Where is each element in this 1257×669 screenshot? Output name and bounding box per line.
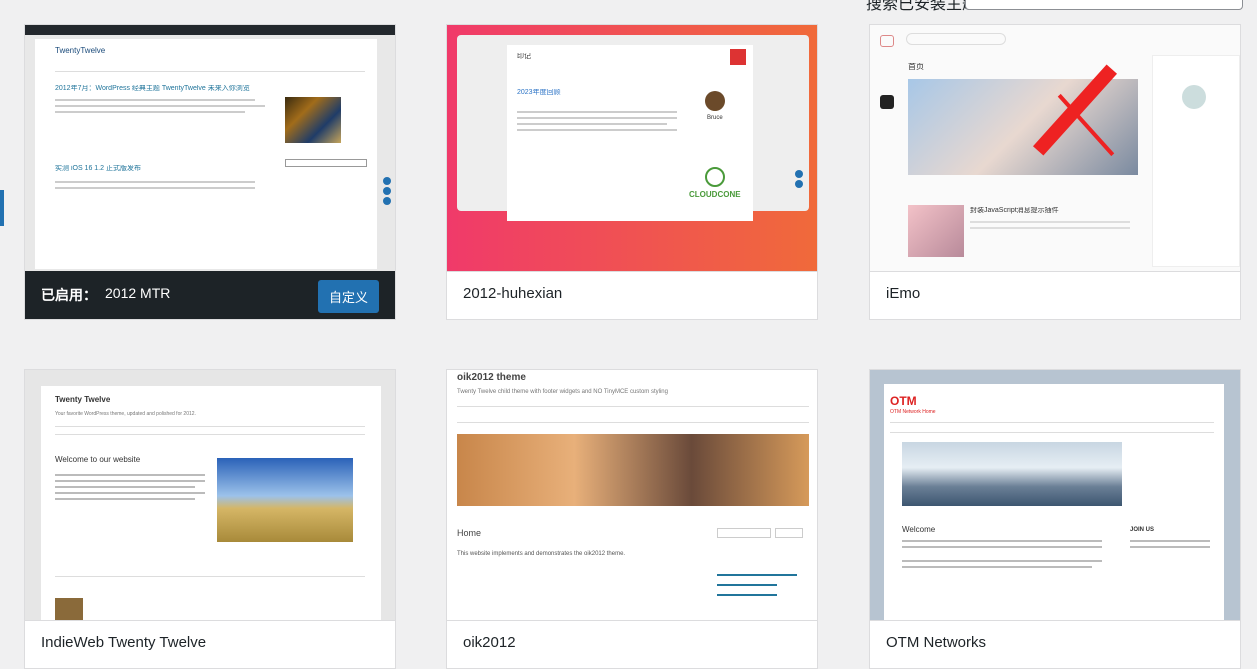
search-themes-label: 搜索已安装主题	[866, 0, 979, 13]
preview-site-title: TwentyTwelve	[55, 47, 106, 55]
theme-footer: 2012-huhexian	[447, 271, 817, 319]
preview-logo: CLOUDCONE	[689, 191, 741, 199]
theme-card-oik2012[interactable]: oik2012 theme Twenty Twelve child theme …	[446, 369, 818, 669]
preview-subtitle: OTM Network Home	[890, 409, 936, 415]
theme-footer: iEmo	[870, 271, 1240, 319]
theme-screenshot[interactable]: oik2012 theme Twenty Twelve child theme …	[447, 370, 817, 620]
active-label: 已启用：	[41, 287, 97, 303]
theme-name: iEmo	[886, 285, 921, 302]
preview-author: Bruce	[707, 115, 723, 121]
theme-card-2012-huhexian[interactable]: 印记 2023年度回顾 Bruce CLOUDCONE 2012-huhexia…	[446, 24, 818, 320]
theme-name: OTM Networks	[886, 634, 987, 651]
theme-screenshot[interactable]: OTM OTM Network Home Welcome JOIN US	[870, 370, 1240, 620]
theme-footer: IndieWeb Twenty Twelve	[25, 620, 395, 668]
preview-tagline: Your favorite WordPress theme, updated a…	[55, 411, 196, 417]
theme-name: oik2012	[463, 634, 516, 651]
theme-name: IndieWeb Twenty Twelve	[41, 634, 207, 651]
theme-footer: OTM Networks	[870, 620, 1240, 668]
preview-page-title: Home	[457, 528, 482, 538]
theme-card-2012-mtr[interactable]: TwentyTwelve 2012年7月：WordPress 经典主题 Twen…	[24, 24, 396, 320]
theme-screenshot[interactable]: 首页 封装JavaScript消息提示插件	[870, 25, 1240, 271]
preview-home-label: 首页	[908, 63, 924, 71]
preview-body-line: This website implements and demonstrates…	[457, 551, 626, 557]
preview-post-title: 2023年度回顾	[517, 89, 561, 96]
search-themes-input[interactable]	[965, 0, 1243, 10]
theme-name: 2012-huhexian	[463, 285, 563, 302]
preview-join: JOIN US	[1130, 527, 1155, 533]
preview-post-title: 2012年7月：WordPress 经典主题 TwentyTwelve 未来入你…	[55, 85, 250, 92]
theme-name: 2012 MTR	[105, 285, 171, 301]
theme-card-indieweb-twenty-twelve[interactable]: Twenty Twelve Your favorite WordPress th…	[24, 369, 396, 669]
active-theme-footer: 已启用： 2012 MTR 自定义	[25, 271, 395, 319]
preview-welcome: Welcome to our website	[55, 456, 141, 464]
preview-tagline: Twenty Twelve child theme with footer wi…	[457, 389, 668, 395]
preview-post2-title: 实测 iOS 16 1.2 正式版发布	[55, 165, 141, 172]
theme-screenshot[interactable]: Twenty Twelve Your favorite WordPress th…	[25, 370, 395, 620]
customize-button[interactable]: 自定义	[317, 280, 379, 313]
preview-site-title: Twenty Twelve	[55, 396, 111, 404]
preview-welcome: Welcome	[902, 526, 936, 534]
preview-site-title: 印记	[517, 53, 531, 60]
admin-menu-accent	[0, 190, 4, 226]
preview-logo: OTM	[890, 394, 917, 408]
preview-post-title: 封装JavaScript消息提示插件	[970, 207, 1059, 214]
preview-site-title: oik2012 theme	[457, 372, 526, 383]
theme-card-otm-networks[interactable]: OTM OTM Network Home Welcome JOIN US OTM…	[869, 369, 1241, 669]
theme-footer: oik2012	[447, 620, 817, 668]
theme-card-iemo[interactable]: 首页 封装JavaScript消息提示插件 iEmo	[869, 24, 1241, 320]
theme-screenshot[interactable]: TwentyTwelve 2012年7月：WordPress 经典主题 Twen…	[25, 25, 395, 271]
theme-screenshot[interactable]: 印记 2023年度回顾 Bruce CLOUDCONE	[447, 25, 817, 271]
